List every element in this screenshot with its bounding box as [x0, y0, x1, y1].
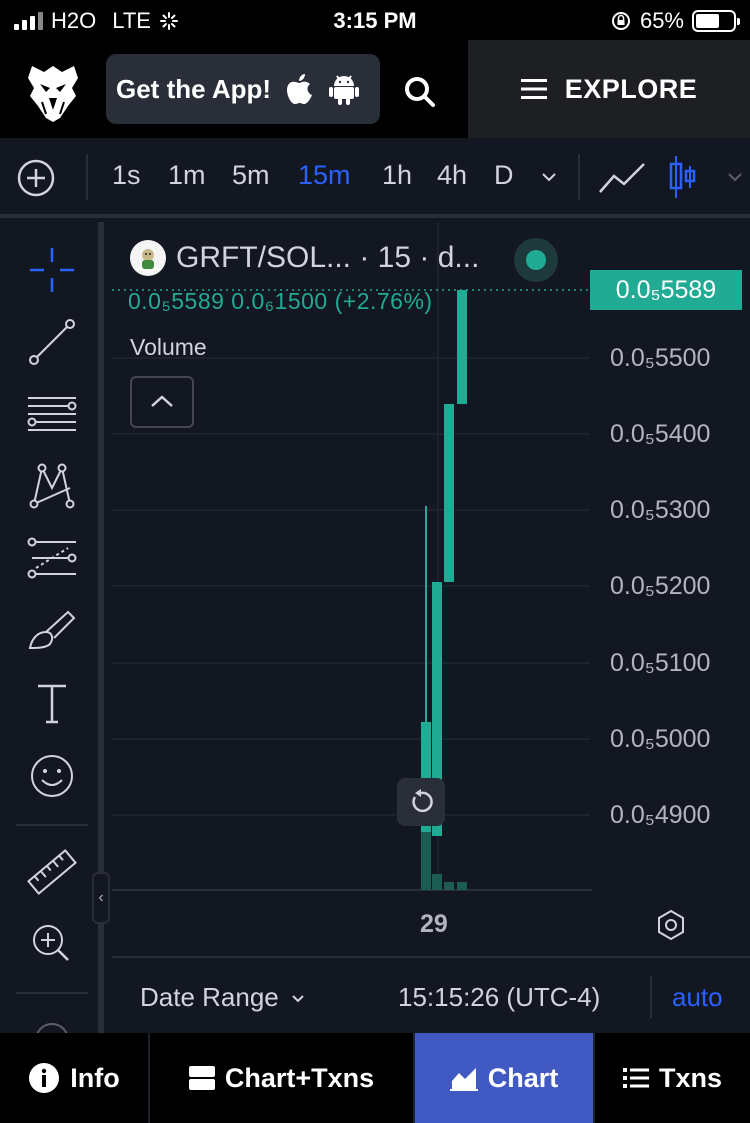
top-header: Get the App! EXPLORE	[0, 40, 750, 138]
token-avatar-icon	[130, 240, 166, 276]
rotation-lock-icon	[611, 12, 630, 30]
last-price-tag: 0.0₅5589	[590, 270, 742, 310]
timeframe-toolbar: 1s 1m 5m 15m 1h 4h D	[0, 138, 750, 218]
android-icon[interactable]	[329, 72, 360, 106]
tab-txns-label: Txns	[658, 1062, 723, 1093]
candlestick-chart-type-icon[interactable]	[668, 154, 698, 200]
timeframe-4h[interactable]: 4h	[437, 160, 467, 191]
price-axis-label: 0.0₅5400	[610, 420, 711, 448]
timeframe-1h[interactable]: 1h	[382, 160, 412, 191]
drawing-toolbar	[0, 222, 104, 1057]
chevron-up-icon	[151, 395, 173, 407]
bottom-tab-bar: Info Chart+Txns Chart Txns	[0, 1033, 750, 1123]
timeframe-1m[interactable]: 1m	[168, 160, 206, 191]
symbol-title: GRFT/SOL... · 15 · d...	[176, 241, 480, 274]
price-axis-label: 0.0₅5100	[610, 649, 711, 677]
toolbar-divider	[16, 992, 88, 994]
footer-divider	[650, 976, 652, 1018]
horizontal-lines-icon[interactable]	[24, 386, 80, 442]
symbol-legend[interactable]: GRFT/SOL... · 15 · d...	[130, 240, 479, 276]
tab-chart-txns[interactable]: Chart+Txns	[150, 1033, 415, 1123]
status-bar: H2O LTE 3:15 PM 65%	[0, 0, 750, 40]
collapse-legend-button[interactable]	[130, 376, 194, 428]
time-axis-label: 29	[420, 910, 448, 938]
price-chart[interactable]: GRFT/SOL... · 15 · d... 0.0₅5589 0.0₆150…	[112, 222, 750, 952]
volume-bar	[444, 882, 454, 890]
pattern-tool-icon[interactable]	[24, 458, 80, 514]
price-axis-label: 0.0₅4900	[610, 801, 711, 829]
timezone-clock[interactable]: 15:15:26 (UTC-4)	[398, 982, 600, 1013]
auto-scale-toggle[interactable]: auto	[672, 982, 723, 1013]
tab-info[interactable]: Info	[0, 1033, 150, 1123]
timeframe-dropdown-chevron-icon[interactable]	[538, 166, 560, 188]
collapse-toolbar-button[interactable]: ‹	[92, 872, 110, 924]
text-tool-icon[interactable]	[24, 676, 80, 732]
timeframe-d[interactable]: D	[494, 160, 514, 191]
tab-chart[interactable]: Chart	[415, 1033, 595, 1123]
battery-fill	[696, 14, 720, 28]
reset-icon	[412, 789, 433, 813]
ruler-icon[interactable]	[24, 844, 80, 900]
line-chart-type-icon[interactable]	[598, 160, 646, 196]
tab-info-label: Info	[70, 1062, 120, 1093]
crosshair-icon[interactable]	[24, 242, 80, 298]
timeframe-15m[interactable]: 15m	[298, 160, 351, 191]
apple-icon[interactable]	[285, 72, 315, 106]
app-root: H2O LTE 3:15 PM 65% Get the App! EXPLORE…	[0, 0, 750, 1123]
price-axis-label: 0.0₅5500	[610, 344, 711, 372]
candle-body	[444, 404, 454, 582]
battery-icon	[692, 10, 740, 32]
emoji-icon[interactable]	[24, 748, 80, 804]
fib-retracement-icon[interactable]	[24, 530, 80, 586]
volume-bar	[421, 832, 431, 890]
chart-footer-bar: Date Range 15:15:26 (UTC-4) auto	[112, 956, 750, 1033]
tab-chart-txns-label: Chart+Txns	[224, 1062, 375, 1093]
toolbar-divider	[16, 824, 88, 826]
timeframe-5m[interactable]: 5m	[232, 160, 270, 191]
brush-icon[interactable]	[24, 602, 80, 658]
chart-settings-icon[interactable]	[654, 908, 688, 942]
tab-chart-label: Chart	[487, 1062, 559, 1093]
candle-body	[457, 290, 467, 404]
chart-type-dropdown-chevron-icon[interactable]	[724, 166, 746, 188]
trend-line-icon[interactable]	[24, 314, 80, 370]
toolbar-divider	[578, 154, 580, 200]
battery-percent: 65%	[639, 8, 684, 33]
zoom-in-icon[interactable]	[24, 916, 80, 972]
price-axis-label: 0.0₅5200	[610, 572, 711, 600]
volume-bar	[457, 882, 467, 890]
chevron-down-icon	[292, 994, 304, 1002]
add-indicator-icon[interactable]	[16, 158, 56, 198]
market-status-icon	[514, 238, 558, 282]
area-chart-icon	[449, 1068, 478, 1091]
price-axis-label: 0.0₅5000	[610, 725, 711, 753]
volume-label: Volume	[130, 334, 207, 360]
price-axis-label: 0.0₅5300	[610, 496, 711, 524]
search-icon[interactable]	[400, 72, 440, 112]
toolbar-divider	[86, 154, 88, 200]
timeframe-1s[interactable]: 1s	[112, 160, 141, 191]
eagle-logo-icon[interactable]	[24, 62, 82, 124]
get-app-button[interactable]: Get the App!	[106, 54, 380, 124]
reset-chart-button[interactable]	[397, 778, 445, 826]
split-view-icon	[188, 1066, 215, 1090]
volume-bar	[432, 874, 442, 890]
list-icon	[622, 1068, 649, 1088]
explore-menu-button[interactable]: EXPLORE	[468, 40, 750, 138]
date-range-label: Date Range	[140, 982, 279, 1012]
get-app-label: Get the App!	[116, 73, 272, 104]
hamburger-icon	[520, 79, 547, 99]
tab-txns[interactable]: Txns	[595, 1033, 750, 1123]
info-icon	[29, 1063, 60, 1093]
ohlc-values: 0.0₅5589 0.0₆1500 (+2.76%)	[128, 288, 433, 314]
date-range-dropdown[interactable]: Date Range	[140, 982, 307, 1013]
status-right: 65%	[610, 8, 740, 34]
explore-label: EXPLORE	[564, 73, 698, 104]
